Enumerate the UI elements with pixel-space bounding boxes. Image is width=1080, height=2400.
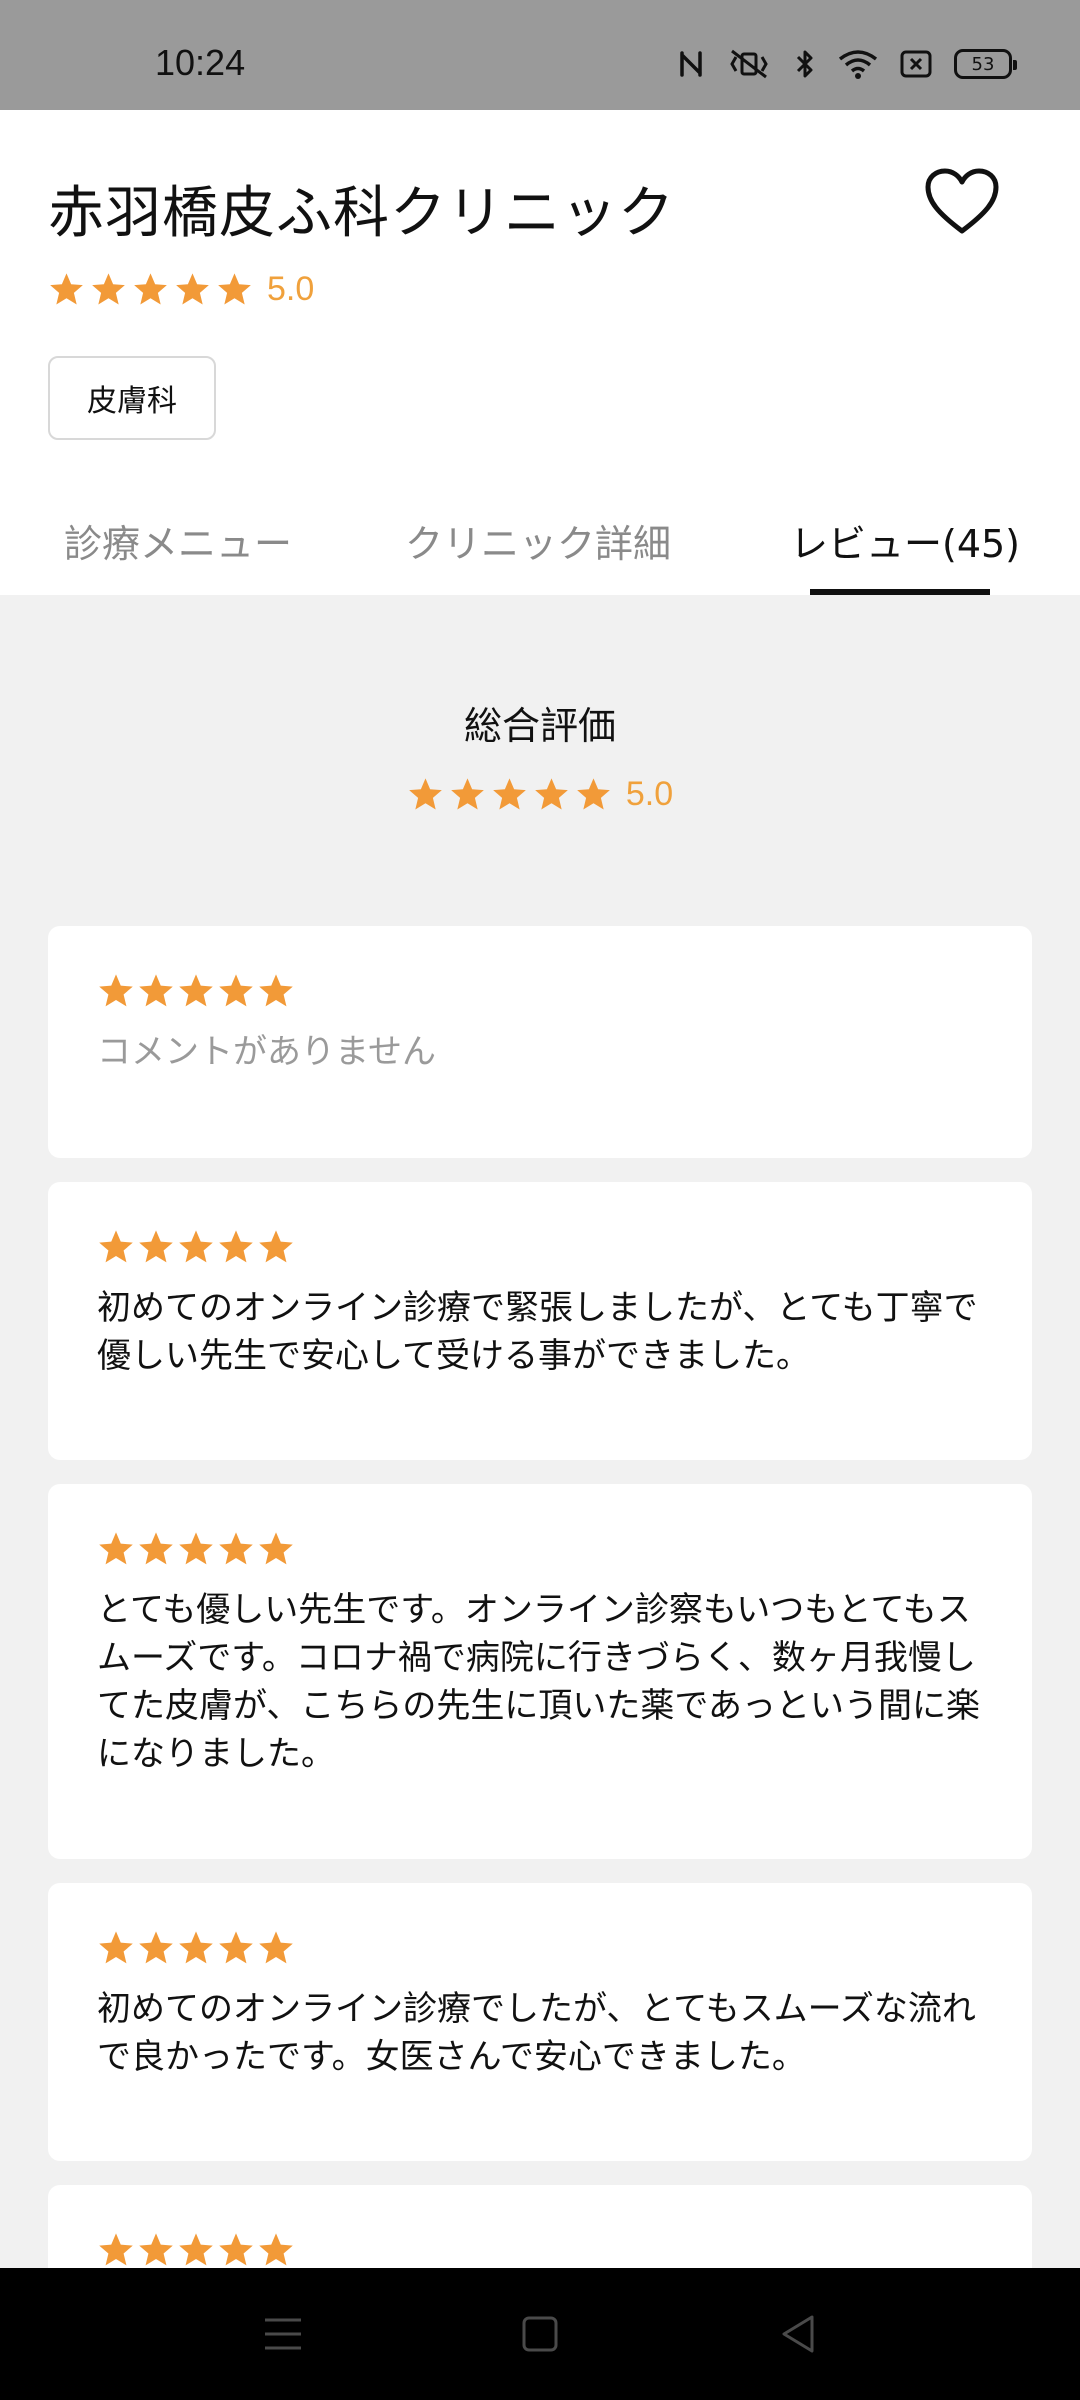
- bluetooth-icon: [794, 48, 816, 80]
- specialty-tag[interactable]: 皮膚科: [48, 356, 216, 440]
- review-card: とても優しい先生です。オンライン診察もいつもとてもスムーズです。コロナ禍で病院に…: [48, 1484, 1032, 1859]
- star-icon: [179, 2233, 213, 2266]
- star-icon: [50, 273, 83, 305]
- star-icon: [179, 974, 213, 1007]
- star-rating: [97, 2231, 983, 2269]
- review-card: 初めてのオンライン診療で緊張しましたが、とても丁寧で優しい先生で安心して受ける事…: [48, 1182, 1032, 1460]
- review-card: コメントがありません: [48, 926, 1032, 1158]
- nfc-icon: [678, 49, 704, 79]
- wifi-icon: [838, 49, 878, 79]
- tab-clinic-details[interactable]: クリニック詳細: [405, 485, 671, 595]
- tab-medical-menu[interactable]: 診療メニュー: [64, 485, 292, 595]
- star-icon: [218, 273, 251, 305]
- star-icon: [259, 1230, 293, 1263]
- home-icon: [522, 2316, 558, 2352]
- star-icon: [219, 2233, 253, 2266]
- recent-apps-button[interactable]: [213, 2268, 353, 2400]
- star-rating: [48, 271, 253, 308]
- star-icon: [179, 1230, 213, 1263]
- star-icon: [92, 273, 125, 305]
- star-icon: [493, 778, 526, 810]
- star-icon: [259, 1532, 293, 1565]
- favorite-button[interactable]: [920, 160, 1004, 244]
- tab-reviews[interactable]: レビュー(45): [790, 485, 1020, 595]
- clinic-name: 赤羽橋皮ふ科クリニック: [48, 181, 675, 246]
- review-list: コメントがありません 初めてのオンライン診療で緊張しましたが、とても丁寧で優しい…: [48, 926, 1032, 2359]
- review-text: とても優しい先生です。オンライン診察もいつもとてもスムーズです。コロナ禍で病院に…: [97, 1590, 980, 1774]
- star-icon: [99, 974, 133, 1007]
- review-text: 初めてのオンライン診療で緊張しましたが、とても丁寧で優しい先生で安心して受ける事…: [97, 1288, 978, 1376]
- star-icon: [99, 1931, 133, 1964]
- clinic-header: 赤羽橋皮ふ科クリニック 5.0 皮膚科 診療メニュー クリニック詳細 レビュー(…: [0, 110, 1080, 595]
- star-rating: [97, 972, 983, 1010]
- review-text: 初めてのオンライン診療でしたが、とてもスムーズな流れで良かったです。女医さんで安…: [97, 1989, 976, 2077]
- star-icon: [139, 1230, 173, 1263]
- star-icon: [139, 2233, 173, 2266]
- star-icon: [139, 1532, 173, 1565]
- heart-outline-icon: [925, 168, 999, 234]
- star-icon: [179, 1532, 213, 1565]
- battery-icon: 53: [954, 49, 1017, 79]
- star-icon: [409, 778, 442, 810]
- star-icon: [139, 1931, 173, 1964]
- star-icon: [99, 1230, 133, 1263]
- overall-rating-value: 5.0: [625, 775, 674, 813]
- star-icon: [535, 778, 568, 810]
- star-rating: [407, 776, 612, 813]
- star-icon: [259, 2233, 293, 2266]
- star-icon: [179, 1931, 213, 1964]
- star-icon: [176, 273, 209, 305]
- star-icon: [259, 974, 293, 1007]
- active-tab-indicator: [810, 589, 990, 595]
- back-icon: [782, 2315, 814, 2353]
- star-icon: [134, 273, 167, 305]
- star-icon: [259, 1931, 293, 1964]
- tab-bar: 診療メニュー クリニック詳細 レビュー(45): [0, 485, 1080, 595]
- star-rating: [97, 1530, 983, 1568]
- star-icon: [577, 778, 610, 810]
- system-nav-bar: [0, 2268, 1080, 2400]
- star-icon: [139, 974, 173, 1007]
- star-rating: [97, 1228, 983, 1266]
- star-icon: [99, 1532, 133, 1565]
- rating-value: 5.0: [267, 270, 315, 308]
- back-button[interactable]: [728, 2268, 868, 2400]
- star-icon: [99, 2233, 133, 2266]
- status-time: 10:24: [155, 42, 246, 83]
- overall-rating: 5.0: [0, 775, 1080, 814]
- sim-off-icon: [900, 49, 932, 79]
- star-icon: [219, 1931, 253, 1964]
- review-card: 初めてのオンライン診療でしたが、とてもスムーズな流れで良かったです。女医さんで安…: [48, 1883, 1032, 2161]
- menu-icon: [265, 2318, 301, 2350]
- star-rating: [97, 1929, 983, 1967]
- review-text: コメントがありません: [97, 1032, 436, 1072]
- star-icon: [451, 778, 484, 810]
- home-button[interactable]: [470, 2268, 610, 2400]
- star-icon: [219, 1230, 253, 1263]
- vibrate-icon: [726, 49, 772, 79]
- status-bar: 10:24 53: [0, 0, 1080, 110]
- star-icon: [219, 974, 253, 1007]
- star-icon: [219, 1532, 253, 1565]
- overall-rating-title: 総合評価: [463, 704, 616, 748]
- status-icons: 53: [678, 48, 1017, 80]
- clinic-rating: 5.0: [48, 270, 314, 309]
